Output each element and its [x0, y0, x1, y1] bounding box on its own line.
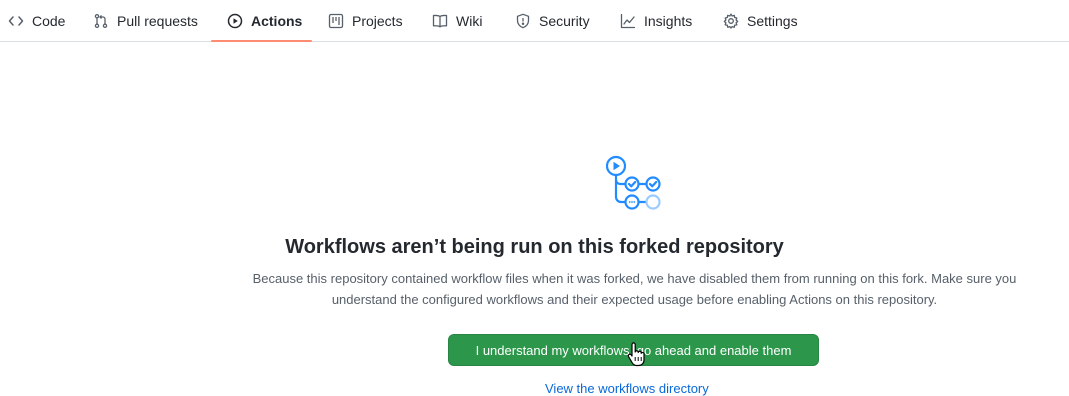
tab-code-label: Code — [32, 13, 66, 29]
tab-projects[interactable]: Projects — [328, 0, 403, 42]
code-icon — [8, 13, 24, 29]
description-line-2: understand the configured workflows and … — [331, 292, 938, 307]
active-tab-indicator — [211, 40, 312, 42]
gear-icon — [723, 13, 739, 29]
tab-insights[interactable]: Insights — [620, 0, 692, 42]
tab-pull-requests-label: Pull requests — [117, 13, 198, 29]
tab-pull-requests[interactable]: Pull requests — [93, 0, 198, 42]
tab-projects-label: Projects — [352, 13, 403, 29]
graph-icon — [620, 13, 636, 29]
description: Because this repository contained workfl… — [222, 268, 1047, 310]
pull-request-icon — [93, 13, 109, 29]
book-icon — [432, 13, 448, 29]
tab-wiki[interactable]: Wiki — [432, 0, 482, 42]
repo-nav: Code Pull requests Actions Projects Wiki… — [0, 0, 1069, 42]
tab-actions-label: Actions — [251, 13, 303, 29]
play-icon — [227, 13, 243, 29]
tab-security[interactable]: Security — [515, 0, 590, 42]
hand-cursor-icon — [627, 342, 645, 368]
tab-wiki-label: Wiki — [456, 13, 483, 29]
tab-security-label: Security — [539, 13, 590, 29]
tab-settings-label: Settings — [747, 13, 798, 29]
page-title: Workflows aren’t being run on this forke… — [285, 236, 784, 258]
description-line-1: Because this repository contained workfl… — [252, 271, 1017, 286]
workflow-icon — [601, 153, 665, 213]
tab-insights-label: Insights — [644, 13, 693, 29]
tab-code[interactable]: Code — [8, 0, 65, 42]
tab-actions[interactable]: Actions — [227, 0, 302, 42]
project-icon — [328, 13, 344, 29]
shield-icon — [515, 13, 531, 29]
tab-settings[interactable]: Settings — [723, 0, 798, 42]
